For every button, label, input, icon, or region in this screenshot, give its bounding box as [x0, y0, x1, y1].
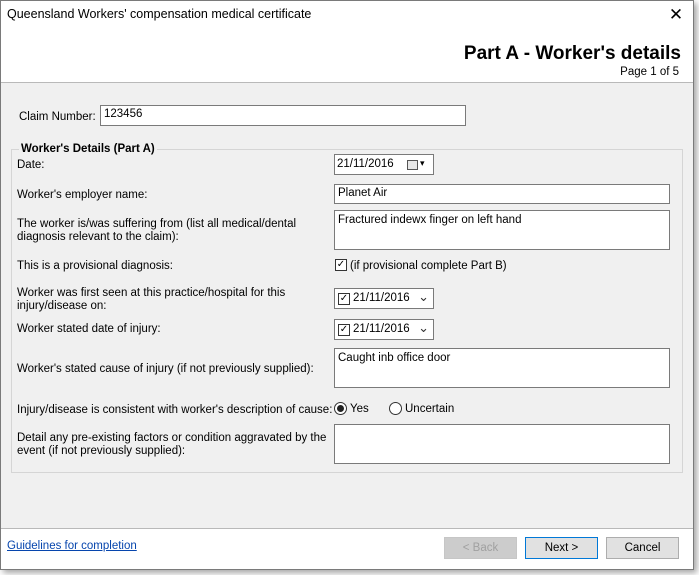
suffering-label-line1: The worker is/was suffering from (list a…	[17, 218, 297, 230]
injury-date-checkbox[interactable]: ✓	[338, 324, 350, 336]
consistent-yes-radio[interactable]	[334, 402, 347, 415]
consistent-label: Injury/disease is consistent with worker…	[17, 404, 333, 416]
cause-label: Worker's stated cause of injury (if not …	[17, 363, 314, 375]
first-seen-label-line2: injury/disease on:	[17, 300, 107, 312]
radio-selected-dot	[337, 405, 344, 412]
date-picker[interactable]: 21/11/2016 ▾	[334, 154, 434, 175]
consistent-yes-label: Yes	[350, 403, 369, 415]
group-title: Worker's Details (Part A)	[19, 143, 157, 155]
claim-number-input[interactable]: 123456	[100, 105, 466, 126]
chevron-down-icon[interactable]: ⌄	[418, 289, 429, 305]
consistent-uncertain-radio[interactable]	[389, 402, 402, 415]
date-value: 21/11/2016	[337, 158, 394, 170]
injury-date-value: 21/11/2016	[353, 323, 410, 335]
guidelines-link[interactable]: Guidelines for completion	[7, 540, 137, 552]
employer-name-input[interactable]: Planet Air	[334, 184, 670, 204]
first-seen-date-picker[interactable]: ✓ 21/11/2016 ⌄	[334, 288, 434, 309]
first-seen-date-value: 21/11/2016	[353, 292, 410, 304]
preexisting-textarea[interactable]	[334, 424, 670, 464]
consistent-uncertain-label: Uncertain	[405, 403, 455, 415]
provisional-checkbox[interactable]: ✓	[335, 259, 347, 271]
cause-textarea[interactable]: Caught inb office door	[334, 348, 670, 388]
chevron-down-icon[interactable]: ⌄	[418, 320, 429, 336]
page-indicator: Page 1 of 5	[620, 66, 679, 78]
dropdown-arrow-icon[interactable]: ▾	[420, 158, 425, 169]
employer-label: Worker's employer name:	[17, 189, 148, 201]
next-button[interactable]: Next >	[525, 537, 598, 559]
first-seen-label-line1: Worker was first seen at this practice/h…	[17, 287, 286, 299]
date-label: Date:	[17, 159, 45, 171]
cancel-button[interactable]: Cancel	[606, 537, 679, 559]
window-title: Queensland Workers' compensation medical…	[7, 7, 312, 21]
title-bar: Queensland Workers' compensation medical…	[1, 1, 693, 31]
provisional-checkbox-label: (if provisional complete Part B)	[350, 260, 507, 272]
wizard-footer: Guidelines for completion < Back Next > …	[1, 528, 693, 569]
claim-number-label: Claim Number:	[19, 111, 96, 123]
back-button[interactable]: < Back	[444, 537, 517, 559]
injury-date-label: Worker stated date of injury:	[17, 323, 161, 335]
suffering-label-line2: diagnosis relevant to the claim):	[17, 231, 179, 243]
provisional-label: This is a provisional diagnosis:	[17, 260, 173, 272]
wizard-header: Part A - Worker's details Page 1 of 5	[1, 31, 693, 83]
close-icon[interactable]: ✕	[659, 1, 693, 29]
first-seen-checkbox[interactable]: ✓	[338, 293, 350, 305]
injury-date-picker[interactable]: ✓ 21/11/2016 ⌄	[334, 319, 434, 340]
calendar-icon[interactable]	[407, 160, 418, 170]
preexisting-label-line1: Detail any pre-existing factors or condi…	[17, 432, 327, 444]
page-title: Part A - Worker's details	[463, 43, 681, 64]
diagnosis-textarea[interactable]: Fractured indewx finger on left hand	[334, 210, 670, 250]
preexisting-label-line2: event (if not previously supplied):	[17, 445, 186, 457]
medical-certificate-window: Queensland Workers' compensation medical…	[0, 0, 694, 570]
